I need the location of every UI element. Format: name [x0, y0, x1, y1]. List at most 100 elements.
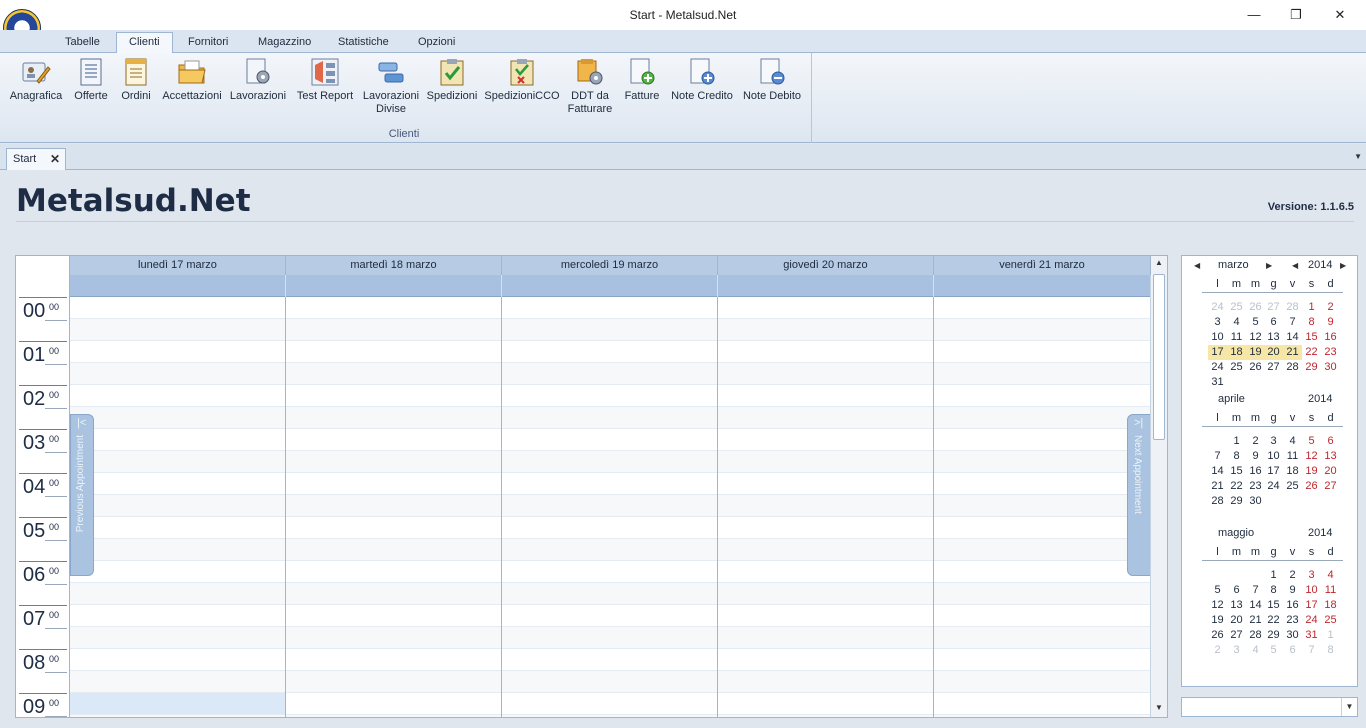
time-slot[interactable] [934, 671, 1150, 693]
calendar-day[interactable]: 12 [1208, 598, 1227, 613]
calendar-day[interactable]: 6 [1321, 434, 1340, 449]
calendar-day[interactable]: 8 [1227, 449, 1246, 464]
time-slot[interactable] [286, 407, 501, 429]
tab-magazzino[interactable]: Magazzino [246, 33, 323, 53]
time-slot[interactable] [286, 297, 501, 319]
calendar-day[interactable]: 30 [1246, 494, 1265, 509]
next-year-icon[interactable]: ▶ [1340, 261, 1346, 270]
time-slot[interactable] [502, 539, 717, 561]
calendar-day[interactable]: 28 [1208, 494, 1227, 509]
time-slot[interactable] [934, 583, 1150, 605]
tab-statistiche[interactable]: Statistiche [326, 33, 401, 53]
calendar-day[interactable]: 7 [1208, 449, 1227, 464]
time-slot[interactable] [286, 495, 501, 517]
day-header[interactable]: lunedì 17 marzo [70, 256, 286, 275]
calendar-day[interactable]: 22 [1302, 345, 1321, 360]
ribbon-button-ddt-da-fatturare[interactable]: DDT da Fatturare [562, 57, 618, 116]
calendar-day[interactable]: 3 [1264, 434, 1283, 449]
calendar-day[interactable]: 29 [1227, 494, 1246, 509]
calendar-day[interactable]: 8 [1302, 315, 1321, 330]
time-slot[interactable] [70, 561, 285, 583]
ribbon-button-ordini[interactable]: Ordini [116, 57, 156, 103]
calendar-day[interactable]: 15 [1227, 464, 1246, 479]
time-slot[interactable] [934, 627, 1150, 649]
time-slot[interactable] [934, 407, 1150, 429]
scroll-down-icon[interactable]: ▼ [1151, 703, 1167, 717]
time-slot[interactable] [502, 693, 717, 715]
calendar-day[interactable]: 9 [1246, 449, 1265, 464]
time-slot[interactable] [70, 451, 285, 473]
ribbon-button-accettazioni[interactable]: Accettazioni [158, 57, 226, 103]
time-slot[interactable] [718, 539, 933, 561]
calendar-day[interactable]: 8 [1321, 643, 1340, 658]
time-slot[interactable] [718, 671, 933, 693]
calendar-day[interactable]: 27 [1227, 628, 1246, 643]
calendar-day[interactable]: 21 [1283, 345, 1302, 360]
next-appointment-button[interactable]: >| Next Appointment [1127, 414, 1151, 576]
time-slot[interactable] [502, 627, 717, 649]
calendar-day[interactable]: 17 [1302, 598, 1321, 613]
calendar-day[interactable]: 24 [1208, 300, 1227, 315]
calendar-day[interactable]: 29 [1302, 360, 1321, 375]
day-header[interactable]: giovedì 20 marzo [718, 256, 934, 275]
calendar-day[interactable]: 27 [1264, 300, 1283, 315]
calendar-day[interactable]: 1 [1264, 568, 1283, 583]
time-slot[interactable] [286, 451, 501, 473]
time-slot[interactable] [70, 473, 285, 495]
calendar-day[interactable]: 2 [1321, 300, 1340, 315]
time-slot[interactable] [718, 385, 933, 407]
tab-clienti[interactable]: Clienti [116, 32, 173, 54]
time-slot[interactable] [502, 363, 717, 385]
minimize-button[interactable]: — [1234, 4, 1274, 26]
time-slot[interactable] [286, 429, 501, 451]
time-slot[interactable] [502, 473, 717, 495]
time-slot[interactable] [718, 561, 933, 583]
time-slot[interactable] [70, 693, 285, 715]
calendar-day[interactable]: 12 [1302, 449, 1321, 464]
time-slot[interactable] [70, 385, 285, 407]
calendar-day[interactable]: 27 [1264, 360, 1283, 375]
time-slot[interactable] [934, 561, 1150, 583]
time-slot[interactable] [286, 671, 501, 693]
time-slot[interactable] [286, 363, 501, 385]
time-slot[interactable] [934, 473, 1150, 495]
calendar-day[interactable]: 2 [1246, 434, 1265, 449]
calendar-day[interactable]: 28 [1246, 628, 1265, 643]
scheduler-scrollbar[interactable]: ▲ ▼ [1150, 256, 1167, 717]
calendar-day[interactable]: 18 [1283, 464, 1302, 479]
calendar-day[interactable]: 10 [1208, 330, 1227, 345]
time-slot[interactable] [718, 429, 933, 451]
calendar-day[interactable]: 23 [1283, 613, 1302, 628]
calendar-day[interactable]: 4 [1246, 643, 1265, 658]
ribbon-button-test-report[interactable]: Test Report [292, 57, 358, 103]
calendar-day[interactable]: 11 [1227, 330, 1246, 345]
calendar-day[interactable]: 28 [1283, 300, 1302, 315]
time-slot[interactable] [934, 451, 1150, 473]
time-slot[interactable] [502, 319, 717, 341]
calendar-day[interactable]: 19 [1302, 464, 1321, 479]
calendar-day[interactable]: 9 [1321, 315, 1340, 330]
time-slot[interactable] [718, 363, 933, 385]
ribbon-button-lavorazioni-divise[interactable]: Lavorazioni Divise [358, 57, 424, 116]
calendar-day[interactable]: 6 [1227, 583, 1246, 598]
calendar-day[interactable]: 23 [1321, 345, 1340, 360]
time-slot[interactable] [70, 319, 285, 341]
time-slot[interactable] [934, 495, 1150, 517]
calendar-day[interactable]: 9 [1283, 583, 1302, 598]
calendar-day[interactable]: 6 [1283, 643, 1302, 658]
scroll-up-icon[interactable]: ▲ [1151, 258, 1167, 272]
calendar-day[interactable]: 25 [1227, 300, 1246, 315]
time-slot[interactable] [718, 297, 933, 319]
calendar-day[interactable]: 27 [1321, 479, 1340, 494]
time-slot[interactable] [286, 385, 501, 407]
calendar-day[interactable]: 20 [1321, 464, 1340, 479]
time-slot[interactable] [934, 297, 1150, 319]
time-slot[interactable] [718, 627, 933, 649]
tab-tabelle[interactable]: Tabelle [53, 33, 112, 53]
tab-opzioni[interactable]: Opzioni [406, 33, 467, 53]
day-column[interactable] [286, 297, 502, 717]
time-slot[interactable] [70, 649, 285, 671]
calendar-day[interactable]: 5 [1208, 583, 1227, 598]
calendar-day[interactable]: 5 [1264, 643, 1283, 658]
time-slot[interactable] [718, 341, 933, 363]
